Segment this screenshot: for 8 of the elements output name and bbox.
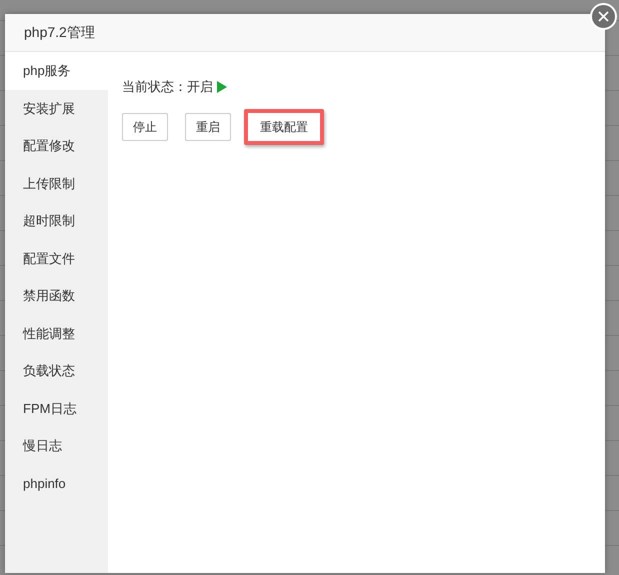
dialog-title: php7.2管理 <box>24 23 95 42</box>
sidebar-item[interactable]: php服务 <box>5 52 108 90</box>
close-icon <box>598 11 609 22</box>
action-button[interactable]: 重载配置 <box>244 108 324 144</box>
action-button[interactable]: 重启 <box>185 112 231 140</box>
close-button[interactable] <box>590 3 617 30</box>
action-button[interactable]: 停止 <box>122 112 168 140</box>
status-label: 当前状态：开启 <box>122 78 213 96</box>
